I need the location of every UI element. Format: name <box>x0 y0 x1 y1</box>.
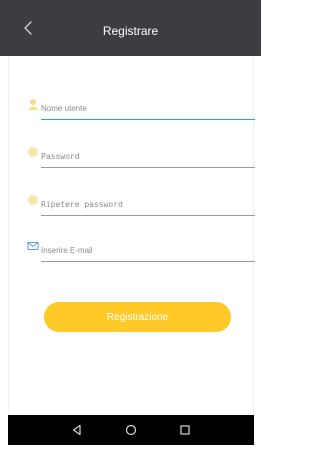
app-frame: Registrare Nome utente Password Ripetere… <box>0 0 261 469</box>
username-input[interactable] <box>41 99 255 120</box>
nav-recents-button[interactable] <box>176 421 194 439</box>
password-input[interactable] <box>41 147 255 168</box>
system-navbar <box>0 415 261 469</box>
email-field <box>27 238 255 264</box>
circle-home-icon <box>125 424 137 436</box>
lock-icon <box>28 147 38 157</box>
confirm-password-input[interactable] <box>41 195 255 216</box>
password-field <box>27 144 255 170</box>
mail-icon <box>27 242 39 250</box>
username-field <box>27 96 255 122</box>
nav-home-button[interactable] <box>122 421 140 439</box>
navbar-bar <box>8 415 254 445</box>
email-input[interactable] <box>41 241 255 262</box>
register-button[interactable]: Registrazione <box>44 302 231 332</box>
nav-back-button[interactable] <box>68 421 86 439</box>
confirm-password-field <box>27 192 255 218</box>
square-recents-icon <box>180 425 190 435</box>
triangle-back-icon <box>72 424 81 436</box>
registration-form: Registrazione <box>8 56 255 415</box>
user-icon <box>28 99 38 110</box>
lock-icon <box>28 195 38 205</box>
app-header: Registrare <box>0 0 261 56</box>
page-title: Registrare <box>102 24 159 38</box>
